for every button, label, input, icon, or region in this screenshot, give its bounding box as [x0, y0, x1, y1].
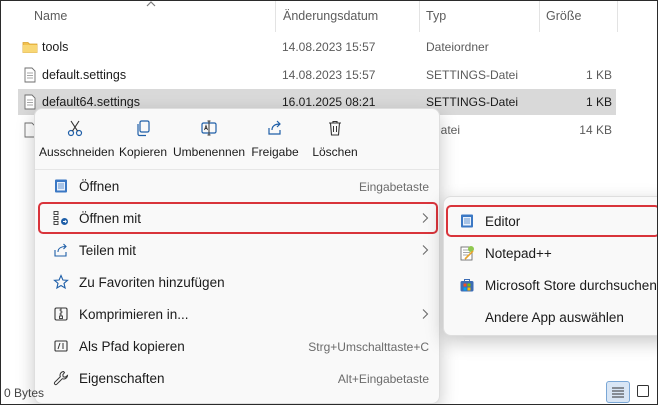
submenu-item-label: Andere App auswählen	[485, 310, 624, 325]
scissors-icon	[67, 120, 83, 137]
notepad-icon	[55, 179, 67, 193]
copy-button[interactable]: Kopieren	[117, 119, 169, 169]
copy-label: Kopieren	[118, 145, 168, 159]
menu-item-open[interactable]: Öffnen Eingabetaste	[39, 171, 437, 201]
star-icon	[53, 274, 69, 290]
menu-item-add-favorite[interactable]: Zu Favoriten hinzufügen	[39, 267, 437, 297]
submenu-item-choose-app[interactable]: Andere App auswählen	[447, 302, 658, 332]
share-label: Freigabe	[251, 145, 299, 159]
submenu-item-label: Notepad++	[485, 246, 552, 261]
column-type-header[interactable]: Typ	[426, 9, 446, 23]
notepadpp-icon	[460, 246, 474, 261]
file-row-default-settings[interactable]: default.settings 14.08.2023 15:57 SETTIN…	[18, 62, 616, 88]
menu-item-label: Komprimieren in...	[79, 307, 189, 322]
submenu-item-notepadpp[interactable]: Notepad++	[447, 238, 658, 268]
menu-item-shortcut: Strg+Umschalttaste+C	[308, 340, 429, 354]
menu-item-label: Öffnen	[79, 179, 120, 194]
cut-button[interactable]: Ausschneiden	[39, 119, 115, 169]
file-name: tools	[42, 40, 69, 54]
column-size-header[interactable]: Größe	[546, 9, 581, 23]
submenu-item-label: Microsoft Store durchsuchen	[485, 278, 657, 293]
menu-item-shortcut: Eingabetaste	[358, 180, 429, 194]
chevron-right-icon	[422, 309, 429, 319]
menu-item-open-with[interactable]: Öffnen mit	[38, 202, 438, 234]
menu-item-properties[interactable]: Eigenschaften Alt+Eingabetaste	[39, 363, 437, 393]
file-size: 1 KB	[585, 68, 612, 82]
submenu-item-store[interactable]: Microsoft Store durchsuchen	[447, 270, 658, 300]
chevron-right-icon	[422, 245, 429, 255]
path-icon	[54, 340, 68, 352]
column-divider[interactable]	[617, 0, 618, 32]
file-type: SETTINGS-Datei	[426, 95, 519, 109]
open-with-icon	[53, 211, 68, 225]
menu-item-label: Als Pfad kopieren	[79, 339, 185, 354]
details-view-icon	[612, 387, 624, 398]
file-icon	[24, 94, 36, 110]
file-size: 14 KB	[579, 123, 612, 137]
share-button[interactable]: Freigabe	[249, 119, 301, 169]
file-type: SETTINGS-Datei	[426, 68, 519, 82]
archive-icon	[54, 307, 68, 321]
menu-item-compress[interactable]: Komprimieren in...	[39, 299, 437, 329]
tiles-view-icon	[637, 385, 649, 397]
chevron-right-icon	[422, 213, 429, 223]
file-date: 14.08.2023 15:57	[282, 40, 376, 54]
status-bar-text: 0 Bytes	[4, 386, 45, 400]
column-divider[interactable]	[275, 0, 276, 32]
tiles-view-button[interactable]	[632, 381, 656, 403]
file-name: default.settings	[42, 68, 127, 82]
column-divider[interactable]	[419, 0, 420, 32]
file-icon	[24, 67, 36, 83]
menu-divider	[35, 169, 439, 170]
column-divider[interactable]	[539, 0, 540, 32]
rename-label: Umbenennen	[173, 145, 246, 159]
file-row-tools[interactable]: tools 14.08.2023 15:57 Dateiordner	[18, 34, 616, 60]
menu-item-label: Eigenschaften	[79, 371, 165, 386]
details-view-button[interactable]	[606, 381, 630, 403]
rename-button[interactable]: Umbenennen	[173, 119, 245, 169]
share-icon	[268, 120, 281, 135]
store-icon	[460, 279, 474, 292]
menu-item-copy-path[interactable]: Als Pfad kopieren Strg+Umschalttaste+C	[39, 331, 437, 361]
folder-icon	[22, 42, 38, 53]
share-with-icon	[54, 243, 67, 257]
copy-icon	[137, 120, 150, 137]
column-header: Name Änderungsdatum Typ Größe	[0, 0, 658, 32]
menu-item-label: Zu Favoriten hinzufügen	[79, 275, 225, 290]
wrench-icon	[53, 370, 69, 386]
delete-button[interactable]: Löschen	[307, 119, 363, 169]
notepad-icon	[461, 214, 473, 228]
delete-label: Löschen	[312, 145, 358, 159]
submenu-item-editor[interactable]: Editor	[446, 205, 658, 237]
rename-icon	[201, 120, 217, 136]
column-name-header[interactable]: Name	[34, 9, 67, 23]
menu-item-shortcut: Alt+Eingabetaste	[337, 372, 429, 386]
submenu-item-label: Editor	[485, 214, 521, 229]
column-date-header[interactable]: Änderungsdatum	[283, 9, 378, 23]
file-name: default64.settings	[42, 95, 140, 109]
trash-icon	[329, 120, 341, 136]
file-type: Dateiordner	[426, 40, 489, 54]
context-menu: Ausschneiden Kopieren Umbenennen Freigab…	[34, 108, 440, 404]
file-date: 14.08.2023 15:57	[282, 68, 376, 82]
file-size: 1 KB	[585, 95, 612, 109]
cut-label: Ausschneiden	[39, 145, 115, 159]
sort-ascending-icon[interactable]	[146, 1, 156, 7]
menu-item-share-with[interactable]: Teilen mit	[39, 235, 437, 265]
open-with-submenu: Editor Notepad++ Microsoft Store durchsu…	[443, 196, 658, 336]
menu-item-label: Öffnen mit	[79, 211, 142, 226]
menu-item-label: Teilen mit	[79, 243, 137, 258]
file-date: 16.01.2025 08:21	[282, 95, 376, 109]
